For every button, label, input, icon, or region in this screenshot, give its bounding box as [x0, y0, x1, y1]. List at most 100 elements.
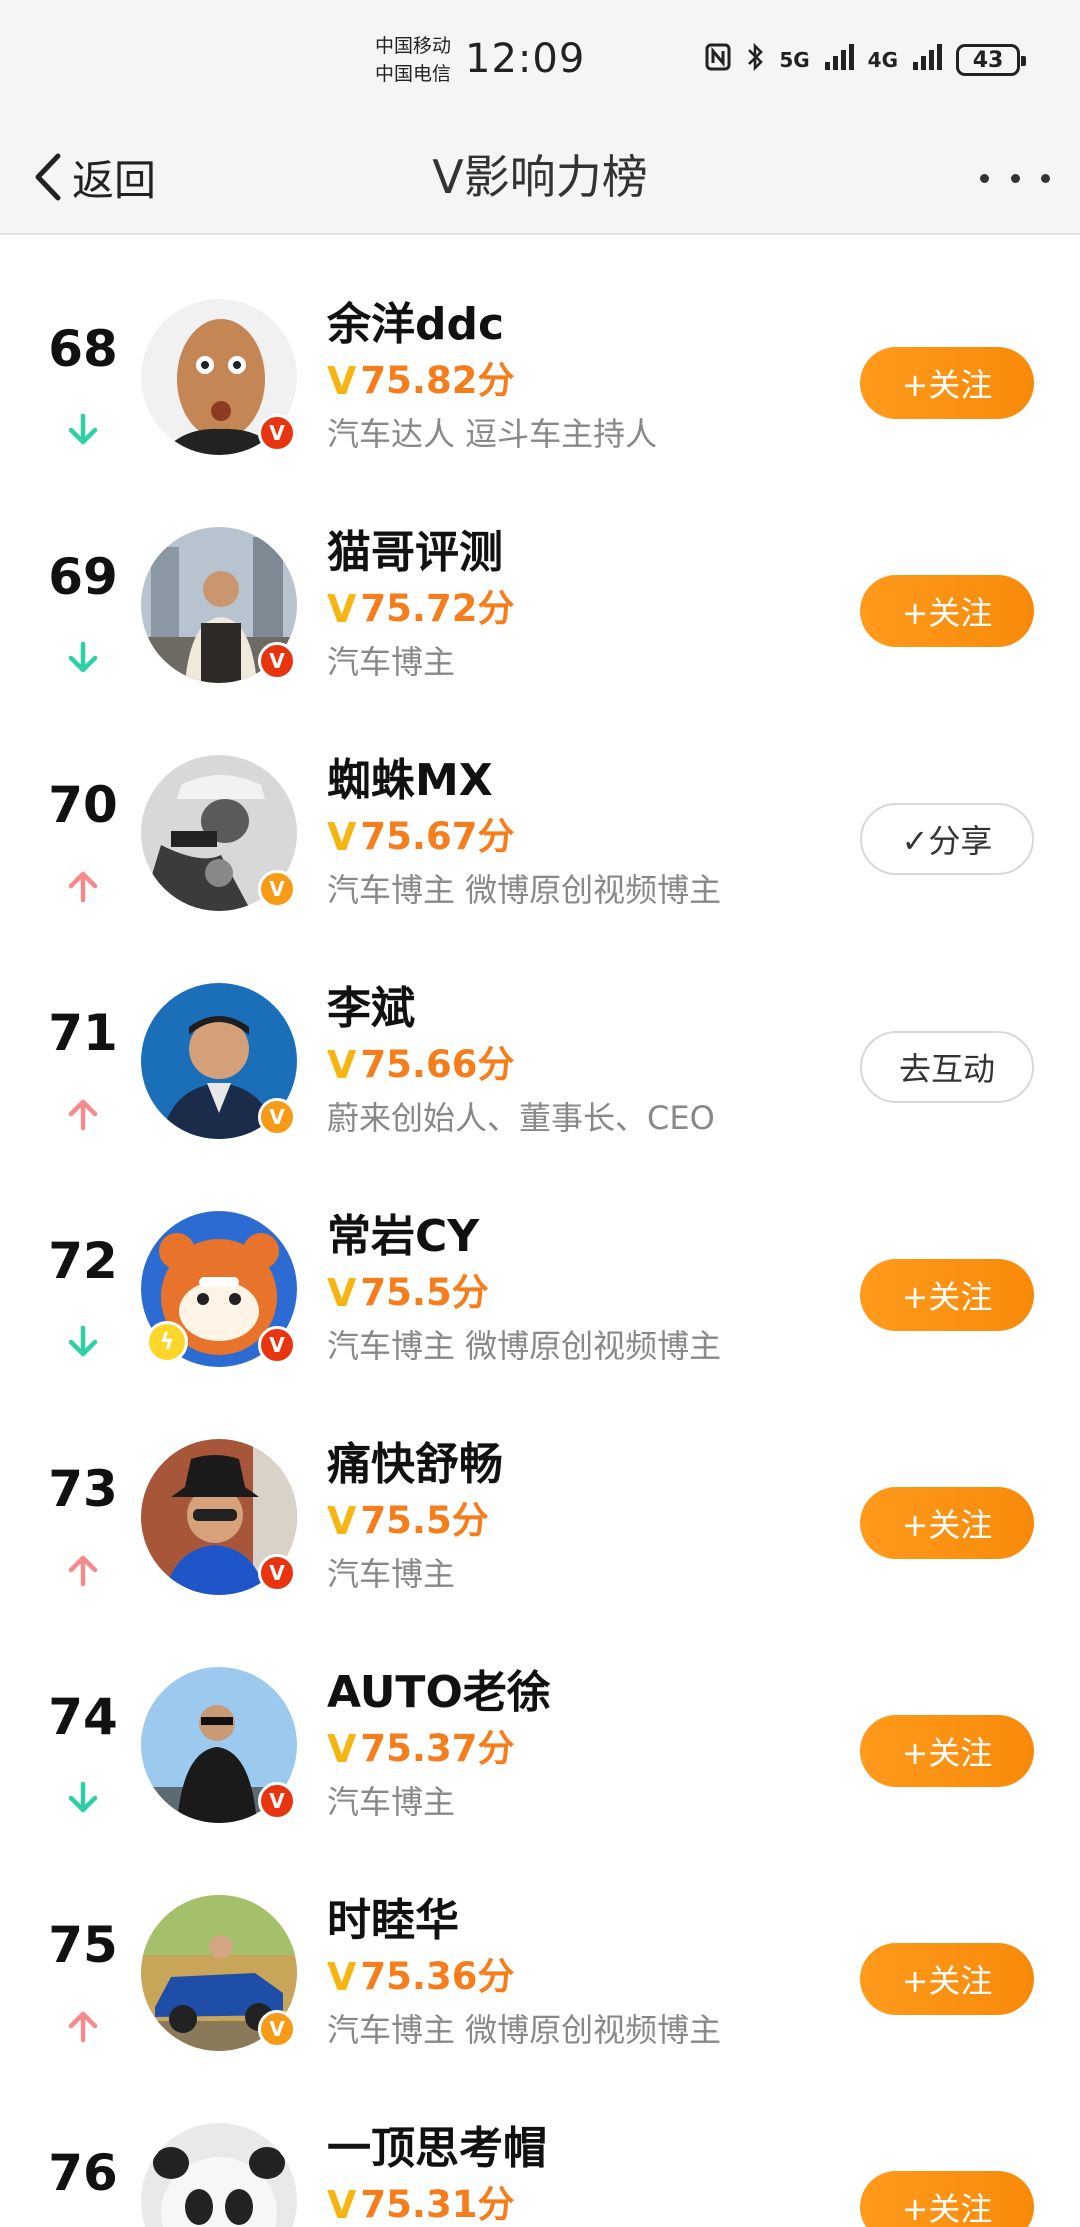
v-score-icon: V [327, 815, 357, 859]
score-value: 75.67分 [360, 815, 515, 858]
user-description: 汽车博主 微博原创视频博主 [327, 1327, 722, 1365]
influence-score: V 75.82分 [327, 357, 514, 405]
follow-button[interactable]: +关注 [860, 1943, 1034, 2015]
list-item[interactable]: 70 V 蜘蛛MX V 75.67分 汽车博主 微博原创视频博主 ✓分享 [0, 693, 1080, 921]
score-value: 75.66分 [360, 1043, 515, 1086]
rank-number: 71 [48, 1004, 118, 1062]
signal-bars-icon-2 [912, 44, 942, 76]
verified-badge-icon: V [258, 870, 296, 908]
carrier-info: 中国移动 中国电信 [375, 32, 451, 88]
v-score-icon: V [327, 1727, 357, 1771]
list-item[interactable]: 76 一顶思考帽 V 75.31分 +关注 [0, 2061, 1080, 2227]
v-score-icon: V [327, 1271, 357, 1315]
score-value: 75.72分 [360, 587, 515, 630]
verified-badge-icon: V [258, 1098, 296, 1136]
trend-down-icon [68, 413, 98, 445]
influence-score: V 75.66分 [327, 1041, 514, 1089]
v-score-icon: V [327, 1955, 357, 1999]
nav-bar: 返回 V影响力榜 [0, 125, 1080, 235]
influence-score: V 75.5分 [327, 1269, 489, 1317]
bluetooth-icon [745, 42, 765, 78]
user-description: 汽车博主 [327, 1555, 456, 1593]
list-item[interactable]: 74 V AUTO老徐 V 75.37分 汽车博主 +关注 [0, 1605, 1080, 1833]
list-item[interactable]: 75 V 时睦华 V 75.36分 汽车博主 微博原创视频博主 +关注 [0, 1833, 1080, 2061]
follow-button[interactable]: +关注 [860, 1715, 1034, 1787]
trend-up-icon [68, 871, 98, 903]
user-name[interactable]: 时睦华 [327, 1893, 459, 1949]
follow-button[interactable]: +关注 [860, 1259, 1034, 1331]
share-button[interactable]: ✓分享 [860, 803, 1034, 875]
list-item[interactable]: 69 V 猫哥评测 V 75.72分 汽车博主 +关注 [0, 465, 1080, 693]
nfc-icon [705, 43, 731, 77]
rank-number: 75 [48, 1916, 118, 1974]
list-item[interactable]: 68 V 余洋ddc V 75.82分 汽车达人 逗斗车主持人 +关注 [0, 237, 1080, 465]
trend-down-icon [68, 1325, 98, 1357]
influence-score: V 75.72分 [327, 585, 514, 633]
influence-score: V 75.36分 [327, 1953, 514, 2001]
trend-up-icon [68, 1099, 98, 1131]
rank-number: 68 [48, 320, 118, 378]
battery-icon: 43 [956, 44, 1026, 76]
user-name[interactable]: 猫哥评测 [327, 525, 503, 581]
carrier-1: 中国移动 [375, 35, 452, 57]
status-bar: 中国移动 中国电信 12:09 5G 4G 43 [0, 0, 1080, 125]
interact-button[interactable]: 去互动 [860, 1031, 1034, 1103]
user-name[interactable]: 余洋ddc [327, 297, 504, 353]
follow-button[interactable]: +关注 [860, 575, 1034, 647]
rank-number: 72 [48, 1232, 118, 1290]
influence-score: V 75.37分 [327, 1725, 514, 1773]
list-item[interactable]: 72 ϟ V 常岩CY V 75.5分 汽车博主 微博原创视频博主 +关注 [0, 1149, 1080, 1377]
score-value: 75.5分 [360, 1499, 489, 1542]
score-value: 75.36分 [360, 1955, 515, 1998]
influence-score: V 75.67分 [327, 813, 514, 861]
list-item[interactable]: 71 V 李斌 V 75.66分 蔚来创始人、董事长、CEO 去互动 [0, 921, 1080, 1149]
v-score-icon: V [327, 359, 357, 403]
v-score-icon: V [327, 2183, 357, 2227]
verified-badge-icon: V [258, 2010, 296, 2048]
verified-badge-icon: V [258, 642, 296, 680]
score-value: 75.82分 [360, 359, 515, 402]
influence-score: V 75.5分 [327, 1497, 489, 1545]
clock: 12:09 [465, 36, 586, 82]
influence-score: V 75.31分 [327, 2181, 514, 2227]
verified-badge-icon: V [258, 1782, 296, 1820]
follow-button[interactable]: +关注 [860, 2171, 1034, 2227]
trend-down-icon [68, 1781, 98, 1813]
verified-badge-icon: V [258, 414, 296, 452]
score-value: 75.31分 [360, 2183, 515, 2226]
score-value: 75.5分 [360, 1271, 489, 1314]
user-name[interactable]: 常岩CY [327, 1209, 479, 1265]
rank-number: 73 [48, 1460, 118, 1518]
user-description: 蔚来创始人、董事长、CEO [327, 1099, 715, 1137]
user-name[interactable]: 蜘蛛MX [327, 753, 493, 809]
page-title: V影响力榜 [432, 150, 648, 204]
verified-badge-icon: V [258, 1554, 296, 1592]
status-icons: 5G 4G 43 [705, 42, 1026, 78]
ranking-list: 68 V 余洋ddc V 75.82分 汽车达人 逗斗车主持人 +关注 69 V … [0, 237, 1080, 2227]
user-description: 汽车博主 [327, 643, 456, 681]
follow-button[interactable]: +关注 [860, 347, 1034, 419]
user-name[interactable]: AUTO老徐 [327, 1665, 551, 1721]
rank-number: 70 [48, 776, 118, 834]
avatar[interactable] [141, 2123, 297, 2227]
v-score-icon: V [327, 587, 357, 631]
score-value: 75.37分 [360, 1727, 515, 1770]
user-name[interactable]: 李斌 [327, 981, 415, 1037]
verified-badge-icon: V [258, 1326, 296, 1364]
follow-button[interactable]: +关注 [860, 1487, 1034, 1559]
list-item[interactable]: 73 V 痛快舒畅 V 75.5分 汽车博主 +关注 [0, 1377, 1080, 1605]
rank-number: 74 [48, 1688, 118, 1746]
v-score-icon: V [327, 1499, 357, 1543]
user-description: 汽车达人 逗斗车主持人 [327, 415, 658, 453]
rank-number: 76 [48, 2144, 118, 2202]
user-description: 汽车博主 微博原创视频博主 [327, 2011, 722, 2049]
trend-up-icon [68, 2011, 98, 2043]
user-name[interactable]: 一顶思考帽 [327, 2121, 547, 2177]
signal-bars-icon [824, 44, 854, 76]
user-name[interactable]: 痛快舒畅 [327, 1437, 503, 1493]
user-description: 汽车博主 [327, 1783, 456, 1821]
v-score-icon: V [327, 1043, 357, 1087]
more-options-icon[interactable] [980, 163, 1050, 193]
signal-5g-icon: 5G [779, 48, 810, 72]
lightning-badge-icon: ϟ [146, 1321, 188, 1363]
